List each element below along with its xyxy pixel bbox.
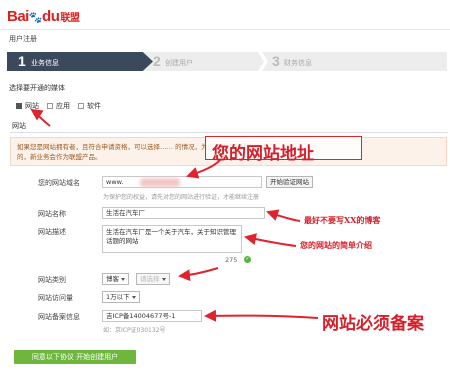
annotation-must-record: 网站必须备案: [322, 314, 424, 334]
annotation-no-blog: 最好不要写XX的博客: [304, 215, 381, 225]
arrow-to-icp: [204, 309, 319, 322]
annotation-site-address: 您的网站地址: [212, 144, 314, 164]
arrow-to-category: [178, 267, 219, 282]
annotation-brief-intro: 您的网站的简单介绍: [300, 240, 372, 250]
arrow-to-website-option: [30, 108, 51, 127]
arrow-to-name: [266, 209, 301, 222]
arrow-to-desc: [244, 233, 297, 247]
